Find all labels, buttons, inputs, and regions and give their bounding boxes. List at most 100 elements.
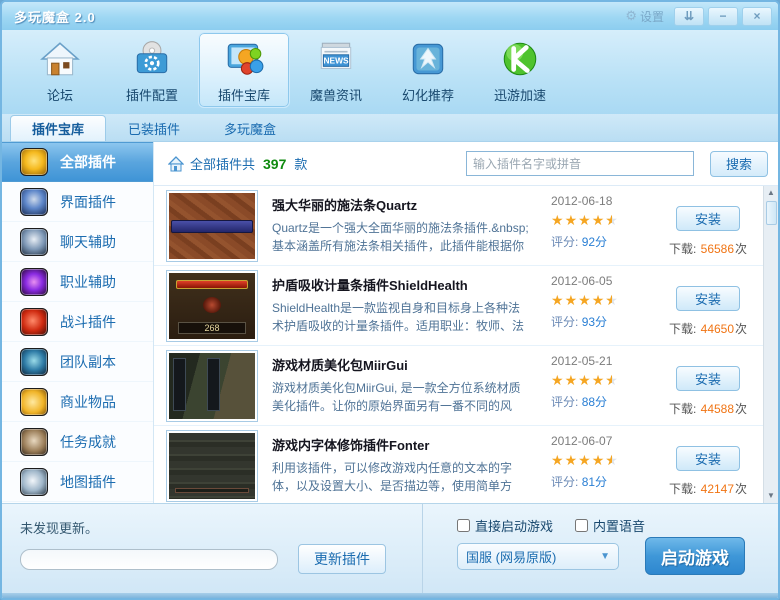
toolbar-item-wow-news[interactable]: NEWS 魔兽资讯 [290,32,382,108]
ui-panel-preview [207,358,220,411]
scroll-down-icon[interactable]: ▼ [767,491,775,501]
sidebar-item-class-helper[interactable]: 职业辅助 [2,262,153,302]
sidebar-item-map-plugins[interactable]: 地图插件 [2,462,153,502]
quest-achievement-icon [20,428,48,456]
tab-strip: 插件宝库 已装插件 多玩魔盒 [2,114,778,142]
news-icon: NEWS [314,37,358,81]
combat-plugins-icon [20,308,48,336]
sidebar-item-ui-plugins[interactable]: 界面插件 [2,182,153,222]
settings-button[interactable]: ⚙ 设置 [619,6,670,27]
mob-preview [203,297,221,313]
sidebar-item-raid-dungeon[interactable]: 团队副本 [2,342,153,382]
star-rating: ★★★★★★ [551,373,651,388]
plugin-title[interactable]: 游戏材质美化包MiirGui [272,355,537,374]
sidebar-item-label: 聊天辅助 [60,232,116,252]
minimize-button[interactable]: − [708,7,738,26]
commerce-items-icon [20,388,48,416]
minimize-icon: − [719,9,726,23]
launch-game-button[interactable]: 启动游戏 [645,537,745,575]
ui-panel-preview [173,358,186,411]
plugin-row-shieldhealth: 268 护盾吸收计量条插件ShieldHealth ShieldHealth是一… [154,266,763,346]
number-preview: 268 [178,322,246,334]
plugin-content: 全部插件共 397 款 搜索 强大华丽的施法条Quartz Quartz是一 [154,142,778,503]
sidebar-item-quest-achievement[interactable]: 任务成就 [2,422,153,462]
home-small-icon [168,156,184,172]
app-window: 多玩魔盒 2.0 ⚙ 设置 ⇊ − × [0,0,780,600]
plugin-date: 2012-05-21 [551,354,651,368]
plugin-thumbnail[interactable] [166,350,258,422]
plugin-thumbnail[interactable]: 268 [166,270,258,342]
tab-duowan-box[interactable]: 多玩魔盒 [202,115,298,141]
install-button[interactable]: 安装 [676,446,740,471]
update-status-text: 未发现更新。 [20,518,422,537]
ui-plugins-icon [20,188,48,216]
text-line-preview [175,488,249,493]
sidebar-item-commerce-items[interactable]: 商业物品 [2,382,153,422]
plugin-title[interactable]: 强大华丽的施法条Quartz [272,195,537,214]
sidebar-item-all-plugins[interactable]: 全部插件 [2,142,153,182]
scrollbar-thumb[interactable] [766,201,777,225]
plugin-score: 评分: 81分 [551,473,651,490]
plugin-count: 397 [261,156,288,172]
plugin-title[interactable]: 游戏内字体修饰插件Fonter [272,435,537,454]
class-helper-icon [20,268,48,296]
install-button[interactable]: 安装 [676,286,740,311]
close-button[interactable]: × [742,7,772,26]
toolbar-item-plugin-config[interactable]: 插件配置 [106,32,198,108]
plugin-date: 2012-06-18 [551,194,651,208]
tab-label: 已装插件 [128,119,180,138]
category-sidebar: 全部插件 界面插件 聊天辅助 职业辅助 战斗插件 团队副本 [2,142,154,503]
scroll-up-icon[interactable]: ▲ [767,188,775,198]
count-suffix: 款 [294,154,307,173]
plugin-thumbnail[interactable] [166,190,258,262]
plugin-description: ShieldHealth是一款监视自身和目标身上各种法术护盾吸收的计量条插件。适… [272,299,537,337]
tab-label: 多玩魔盒 [224,119,276,138]
main-toolbar: 论坛 插件配置 [2,30,778,114]
sidebar-item-label: 职业辅助 [60,272,116,292]
collapse-icon: ⇊ [684,9,694,23]
install-button[interactable]: 安装 [676,366,740,391]
toolbar-item-speedup[interactable]: 迅游加速 [474,32,566,108]
sidebar-item-chat-helper[interactable]: 聊天辅助 [2,222,153,262]
plugin-thumbnail[interactable] [166,430,258,502]
update-plugins-button[interactable]: 更新插件 [298,544,386,574]
chevron-down-icon: ▼ [600,551,610,562]
toolbar-item-forum[interactable]: 论坛 [14,32,106,108]
search-input[interactable] [466,151,694,176]
tab-plugin-library[interactable]: 插件宝库 [10,115,106,141]
plugin-config-icon [130,37,174,81]
plugin-library-icon [222,37,266,81]
toolbar-label: 插件配置 [126,85,178,104]
chat-helper-icon [20,228,48,256]
list-scrollbar[interactable]: ▲ ▼ [763,186,778,503]
download-count: 下载: 44650次 [669,320,747,337]
autostart-checkbox[interactable] [457,519,470,532]
search-button[interactable]: 搜索 [710,151,768,177]
plugin-score: 评分: 93分 [551,313,651,330]
toolbar-item-plugin-library[interactable]: 插件宝库 [198,32,290,108]
sidebar-item-combat-plugins[interactable]: 战斗插件 [2,302,153,342]
svg-text:NEWS: NEWS [323,55,349,65]
sidebar-item-label: 团队副本 [60,352,116,372]
plugin-title[interactable]: 护盾吸收计量条插件ShieldHealth [272,275,537,294]
tab-installed-plugins[interactable]: 已装插件 [106,115,202,141]
toolbar-item-transmog[interactable]: 幻化推荐 [382,32,474,108]
plugin-description: 游戏材质美化包MiirGui, 是一款全方位系统材质美化插件。让你的原始界面另有… [272,379,537,417]
voice-checkbox[interactable] [575,519,588,532]
server-select[interactable]: 国服 (网易原版) ▼ [457,543,619,570]
autostart-checkbox-label[interactable]: 直接启动游戏 [457,516,553,535]
install-button[interactable]: 安装 [676,206,740,231]
close-icon: × [753,9,760,23]
autostart-label-text: 直接启动游戏 [475,516,553,535]
castbar-preview [171,220,253,233]
voice-checkbox-label[interactable]: 内置语音 [575,516,645,535]
update-progress-bar [20,549,278,570]
plugin-score: 评分: 92分 [551,233,651,250]
star-rating: ★★★★★★ [551,453,651,468]
download-count: 下载: 42147次 [669,480,747,497]
download-count: 下载: 56586次 [669,240,747,257]
collapse-button[interactable]: ⇊ [674,7,704,26]
plugin-row-fonter: 游戏内字体修饰插件Fonter 利用该插件，可以修改游戏内任意的文本的字体，以及… [154,426,763,503]
plugin-list: 强大华丽的施法条Quartz Quartz是一个强大全面华丽的施法条插件.&nb… [154,186,763,503]
settings-label: 设置 [640,8,664,25]
